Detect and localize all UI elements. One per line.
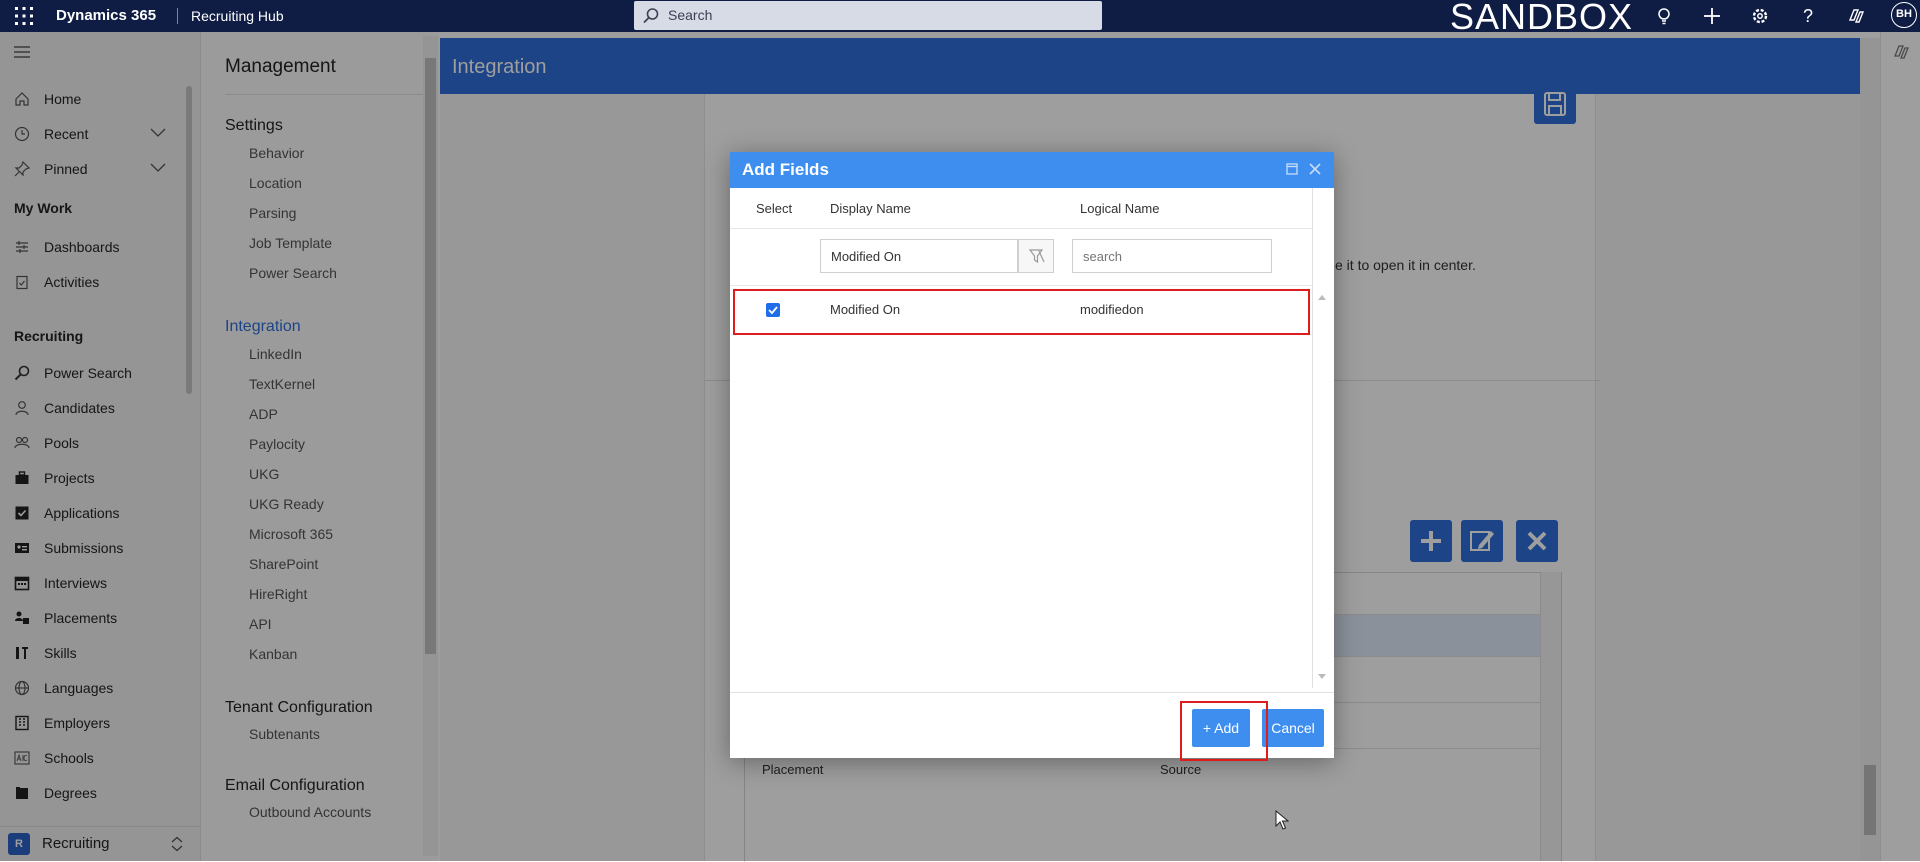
search-icon <box>642 7 660 25</box>
dialog-footer: + Add Cancel <box>730 692 1334 761</box>
divider <box>1312 188 1313 688</box>
gear-icon[interactable] <box>1750 6 1770 26</box>
add-fields-dialog: Add Fields Select Display Name Logical N… <box>730 152 1334 761</box>
avatar[interactable]: BH <box>1891 2 1917 28</box>
logical-name-filter-input[interactable] <box>1072 239 1272 273</box>
add-button-highlight-outline <box>1180 701 1268 761</box>
close-icon[interactable] <box>1308 162 1322 176</box>
plus-icon[interactable] <box>1702 6 1722 26</box>
column-header-select[interactable]: Select <box>756 201 792 216</box>
dialog-header: Add Fields <box>730 152 1334 188</box>
search-placeholder: Search <box>668 7 713 23</box>
cancel-button[interactable]: Cancel <box>1262 709 1324 747</box>
row-highlight-outline <box>733 289 1310 335</box>
global-search-input[interactable]: Search <box>634 1 1102 30</box>
app-launcher-icon[interactable] <box>12 4 36 28</box>
filter-row <box>730 229 1312 286</box>
display-name-filter-input[interactable] <box>820 239 1018 273</box>
top-bar: Dynamics 365 Recruiting Hub Search SANDB… <box>0 0 1920 37</box>
lightbulb-icon[interactable] <box>1654 6 1674 26</box>
mouse-cursor-icon <box>1275 810 1289 830</box>
help-icon[interactable]: ? <box>1798 6 1818 26</box>
filter-icon[interactable] <box>1018 239 1054 273</box>
hub-name[interactable]: Recruiting Hub <box>191 8 284 24</box>
copilot-icon[interactable] <box>1846 6 1866 26</box>
maximize-icon[interactable] <box>1286 163 1298 175</box>
app-name[interactable]: Dynamics 365 <box>56 7 156 24</box>
column-header-logical-name[interactable]: Logical Name <box>1080 201 1160 216</box>
grid-header: Select Display Name Logical Name <box>730 188 1312 229</box>
scroll-up-icon[interactable] <box>1314 292 1330 302</box>
column-header-display-name[interactable]: Display Name <box>830 201 911 216</box>
divider <box>177 8 178 24</box>
scroll-down-icon[interactable] <box>1314 672 1330 682</box>
dialog-title: Add Fields <box>742 160 829 179</box>
